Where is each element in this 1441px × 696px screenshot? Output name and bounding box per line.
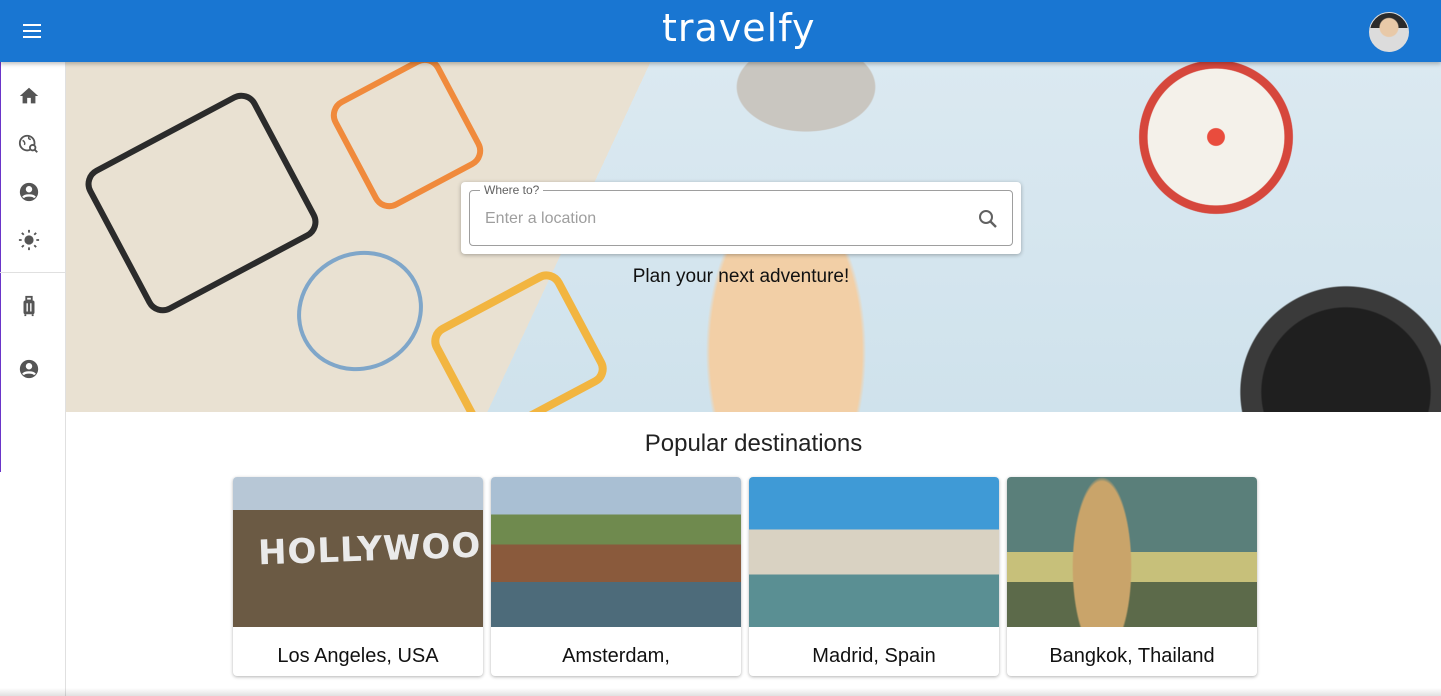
- search-label: Where to?: [480, 183, 544, 197]
- app-logo[interactable]: travelfy: [662, 6, 815, 50]
- sidebar-item-theme[interactable]: [17, 228, 41, 252]
- sidebar-accent-line: [0, 62, 1, 472]
- search-icon[interactable]: [976, 207, 1000, 231]
- destination-card[interactable]: Madrid, Spain: [749, 477, 999, 676]
- destination-card[interactable]: HOLLYWOOD Los Angeles, USA: [233, 477, 483, 676]
- luggage-icon: [23, 295, 35, 317]
- account-circle-icon: [19, 182, 39, 202]
- app-header: travelfy: [0, 0, 1441, 62]
- section-title: Popular destinations: [644, 430, 863, 457]
- sidebar-item-account[interactable]: [17, 357, 41, 381]
- travel-explore-icon: [18, 134, 38, 153]
- destination-card[interactable]: Bangkok, Thailand: [1007, 477, 1257, 676]
- search-card: Where to?: [461, 182, 1021, 254]
- destination-name: Amsterdam,: [562, 645, 670, 667]
- destination-name: Los Angeles, USA: [277, 645, 439, 667]
- hero-stamp-decoration: [79, 86, 325, 320]
- sidebar: [0, 62, 66, 696]
- home-icon: [19, 87, 39, 104]
- hollywood-sign-text: HOLLYWOOD: [257, 524, 483, 574]
- destination-image: [1007, 477, 1257, 627]
- sidebar-item-profile[interactable]: [17, 180, 41, 204]
- location-search-field: Where to?: [469, 183, 1013, 246]
- sidebar-divider: [0, 272, 65, 273]
- destination-card[interactable]: Amsterdam,: [491, 477, 741, 676]
- sidebar-item-trips[interactable]: [17, 294, 41, 318]
- sidebar-item-home[interactable]: [17, 84, 41, 108]
- hero-tagline: Plan your next adventure!: [632, 266, 850, 287]
- search-input[interactable]: [483, 204, 967, 234]
- destination-name: Bangkok, Thailand: [1049, 645, 1215, 667]
- user-avatar[interactable]: [1369, 12, 1409, 52]
- hero-stamp-decoration: [275, 228, 445, 394]
- destination-image: [749, 477, 999, 627]
- brightness-icon: [18, 229, 40, 251]
- account-circle-icon: [19, 359, 39, 379]
- destination-name: Madrid, Spain: [812, 645, 936, 667]
- sidebar-item-explore[interactable]: [17, 132, 41, 156]
- destination-image: HOLLYWOOD: [233, 477, 483, 627]
- destination-image: [491, 477, 741, 627]
- bottom-shadow: [0, 688, 1441, 696]
- menu-icon[interactable]: [17, 17, 47, 45]
